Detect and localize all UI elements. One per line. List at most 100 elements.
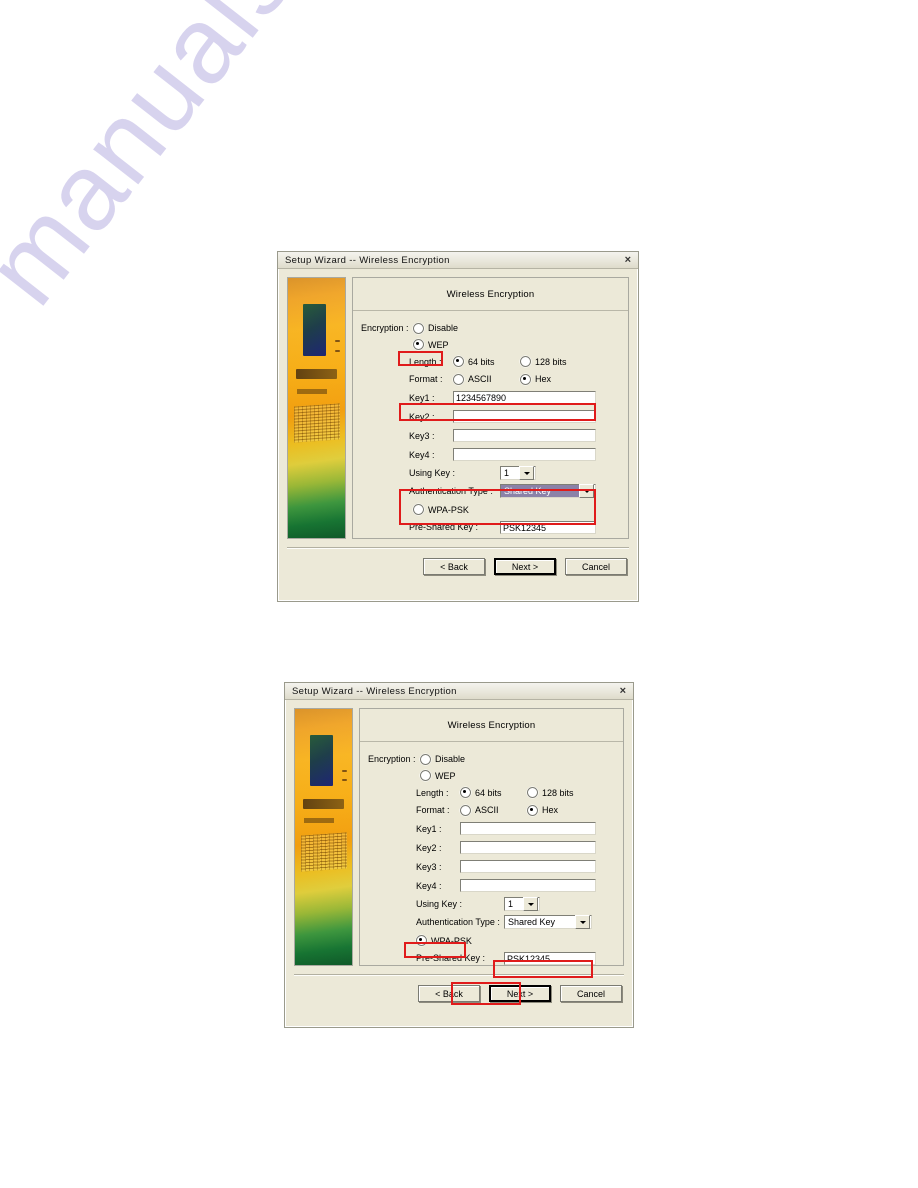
back-button[interactable]: < Back [418,985,480,1002]
key2-row: Key2 : [409,407,620,426]
format-label: Format : [409,374,443,384]
using-key-dropdown[interactable]: 1 [504,897,540,911]
wizard-banner-image [294,708,353,966]
key4-input[interactable] [453,448,596,461]
label-hex: Hex [542,805,559,815]
radio-disable[interactable] [413,322,424,334]
next-button[interactable]: Next > [494,558,556,575]
panel-heading: Wireless Encryption [353,278,628,311]
dialog-title: Setup Wizard -- Wireless Encryption [285,254,450,266]
key3-row: Key3 : [416,857,615,876]
dialog-footer: < Back Next > Cancel [278,549,638,584]
using-key-label: Using Key : [409,468,456,478]
dialog-titlebar: Setup Wizard -- Wireless Encryption × [278,252,638,269]
close-icon[interactable]: × [622,254,634,266]
chevron-down-icon [579,484,594,498]
radio-64-bits[interactable] [453,356,464,367]
key3-input[interactable] [453,429,596,442]
dialog-titlebar: Setup Wizard -- Wireless Encryption × [285,683,633,700]
key4-input[interactable] [460,879,596,892]
next-button[interactable]: Next > [489,985,551,1002]
radio-wpa-psk[interactable] [416,935,427,946]
radio-hex[interactable] [527,804,538,816]
radio-wep[interactable] [413,339,424,350]
key1-input[interactable] [460,822,596,835]
pre-shared-key-input[interactable]: PSK12345 [504,951,596,965]
key4-label: Key4 : [416,880,442,891]
label-disable: Disable [435,754,466,764]
chevron-down-icon [575,915,590,929]
radio-ascii[interactable] [453,373,464,385]
chevron-down-icon [523,897,538,911]
cancel-button[interactable]: Cancel [560,985,622,1002]
radio-hex[interactable] [520,373,531,385]
radio-128-bits[interactable] [520,356,531,367]
auth-type-row: Authentication Type : Shared Key [409,482,620,500]
back-button[interactable]: < Back [423,558,485,575]
using-key-dropdown[interactable]: 1 [500,466,536,480]
using-key-value: 1 [508,899,514,909]
radio-64-bits[interactable] [460,787,471,798]
dialog-footer: < Back Next > Cancel [285,976,633,1011]
key3-row: Key3 : [409,426,620,445]
key2-label: Key2 : [416,842,442,853]
label-disable: Disable [428,323,459,333]
label-64-bits: 64 bits [468,356,495,367]
dialog-title: Setup Wizard -- Wireless Encryption [292,685,457,697]
cancel-button[interactable]: Cancel [565,558,627,575]
encryption-row-wpa-psk: WPA-PSK [416,932,615,949]
key2-input[interactable] [453,410,596,423]
radio-ascii[interactable] [460,804,471,816]
using-key-value: 1 [504,468,510,478]
format-label: Format : [416,805,450,815]
key3-label: Key3 : [416,861,442,872]
encryption-row-wep: WEP [361,336,620,353]
encryption-label: Encryption : [361,323,409,333]
key2-row: Key2 : [416,838,615,857]
label-ascii: ASCII [475,805,499,815]
using-key-row: Using Key : 1 [409,464,620,482]
label-wpa-psk: WPA-PSK [431,935,472,946]
radio-128-bits[interactable] [527,787,538,798]
wizard-banner-image [287,277,346,539]
key1-input[interactable]: 1234567890 [453,391,596,404]
key2-label: Key2 : [409,411,435,422]
radio-wpa-psk[interactable] [413,504,424,515]
encryption-panel: Wireless Encryption Encryption : Disable… [352,277,629,539]
key1-label: Key1 : [416,823,442,834]
key2-input[interactable] [460,841,596,854]
encryption-row-disable: Encryption : Disable [361,320,620,336]
auth-type-row: Authentication Type : Shared Key [416,913,615,931]
key3-input[interactable] [460,860,596,873]
using-key-row: Using Key : 1 [416,895,615,913]
label-hex: Hex [535,374,552,384]
pre-shared-key-row: Pre-Shared Key : PSK12345 [409,518,620,536]
key4-label: Key4 : [409,449,435,460]
length-row: Length : 64 bits 128 bits [409,353,620,370]
key3-label: Key3 : [409,430,435,441]
pre-shared-key-label: Pre-Shared Key : [416,953,486,963]
auth-type-dropdown[interactable]: Shared Key [504,915,592,929]
close-icon[interactable]: × [617,685,629,697]
pre-shared-key-input[interactable]: PSK12345 [500,520,596,534]
pre-shared-key-label: Pre-Shared Key : [409,522,479,532]
key4-row: Key4 : [409,445,620,464]
pre-shared-key-row: Pre-Shared Key : PSK12345 [416,949,615,967]
label-128-bits: 128 bits [535,356,567,367]
radio-disable[interactable] [420,753,431,765]
auth-type-label: Authentication Type : [416,917,500,927]
radio-wep[interactable] [420,770,431,781]
panel-heading: Wireless Encryption [360,709,623,742]
length-row: Length : 64 bits 128 bits [416,784,615,801]
format-row: Format : ASCII Hex [416,801,615,819]
key4-row: Key4 : [416,876,615,895]
using-key-label: Using Key : [416,899,463,909]
setup-wizard-dialog-wep: Setup Wizard -- Wireless Encryption × Wi… [277,251,639,602]
format-row: Format : ASCII Hex [409,370,620,388]
key1-row: Key1 : [416,819,615,838]
label-ascii: ASCII [468,374,492,384]
encryption-row-wep: WEP [368,767,615,784]
auth-type-dropdown[interactable]: Shared Key [500,484,596,498]
encryption-row-wpa-psk: WPA-PSK [361,501,620,518]
encryption-panel: Wireless Encryption Encryption : Disable… [359,708,624,978]
